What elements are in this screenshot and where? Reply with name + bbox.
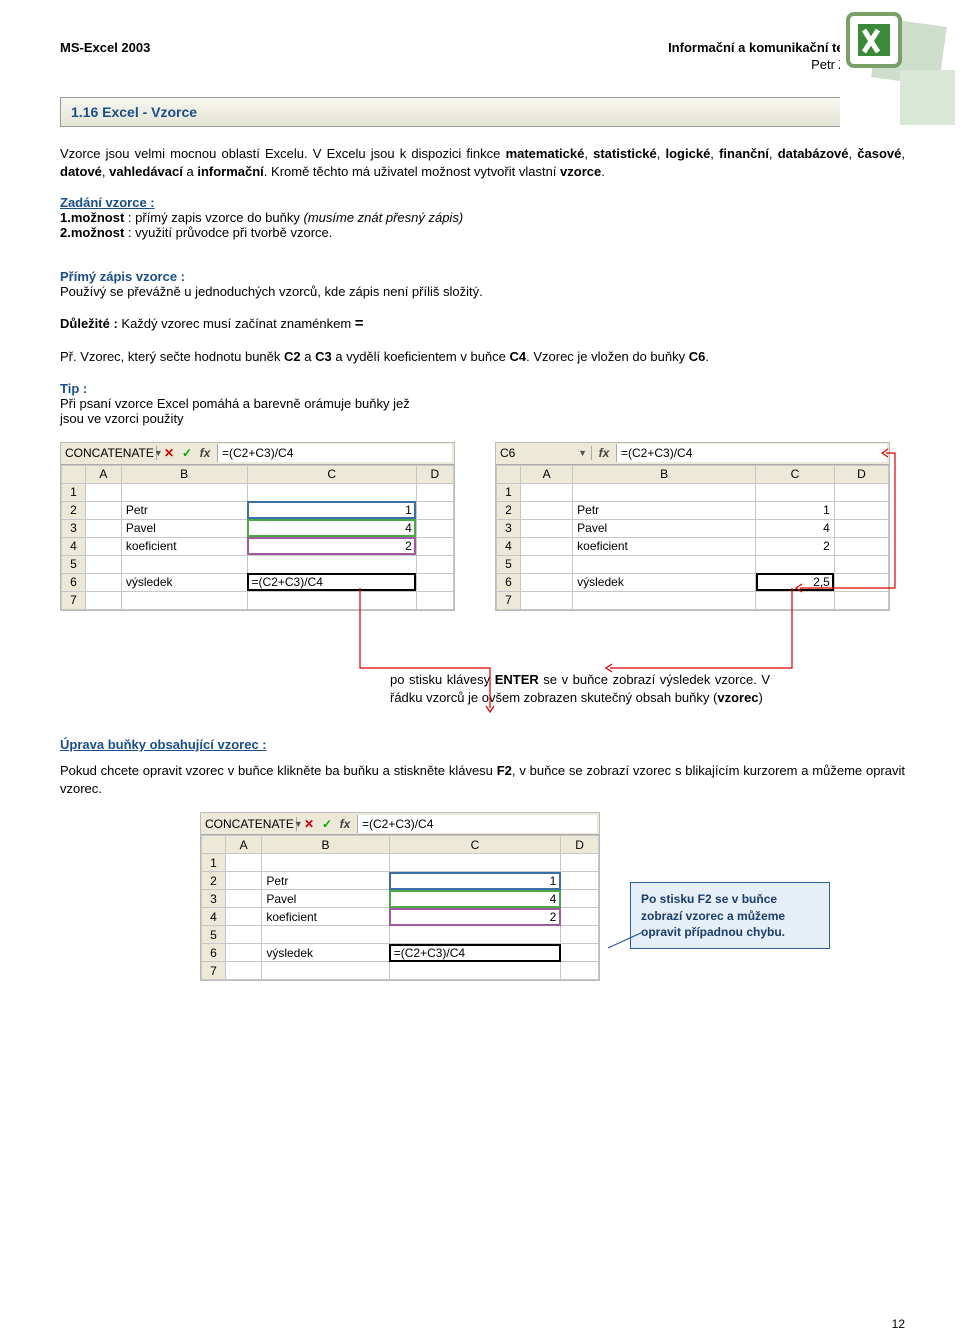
decorative-corner-graphic [840,10,960,130]
excel-grid-right[interactable]: ABCD 1 2Petr1 3Pavel4 4koeficient2 5 6vý… [496,465,889,610]
formula-bar-bottom: CONCATENATE ▼ ✕ ✓ fx =(C2+C3)/C4 [201,813,599,835]
result-caption: po stisku klávesy ENTER se v buňce zobra… [390,671,770,707]
heading-uprava: Úprava buňky obsahující vzorec : [60,737,905,752]
name-box-left[interactable]: CONCATENATE ▼ [61,446,157,460]
fx-icon[interactable]: fx [337,817,353,831]
example-paragraph: Př. Vzorec, který sečte hodnotu buněk C2… [60,348,905,366]
confirm-icon[interactable]: ✓ [319,817,335,831]
uprava-text: Pokud chcete opravit vzorec v buňce klik… [60,762,905,798]
page-number: 12 [892,1317,905,1331]
heading-primy-zapis: Přímý zápis vzorce : [60,269,905,284]
option-2: 2.možnost : využití průvodce při tvorbě … [60,225,905,240]
excel-screenshot-editing: CONCATENATE ▼ ✕ ✓ fx =(C2+C3)/C4 ABCD 1 … [60,442,455,611]
confirm-icon[interactable]: ✓ [179,446,195,460]
heading-zadani-vzorce: Zadání vzorce : [60,195,905,210]
fx-icon[interactable]: fx [197,446,213,460]
excel-grid-bottom[interactable]: ABCD 1 2Petr1 3Pavel4 4koeficient2 5 6vý… [201,835,599,980]
excel-screenshot-result: C6 ▼ fx =(C2+C3)/C4 ABCD 1 2Petr1 3Pavel… [495,442,890,611]
formula-bar-right: C6 ▼ fx =(C2+C3)/C4 [496,443,889,465]
excel-screenshot-f2-edit: CONCATENATE ▼ ✕ ✓ fx =(C2+C3)/C4 ABCD 1 … [200,812,600,981]
fx-icon[interactable]: fx [596,446,612,460]
primy-text: Používý se převážně u jednoduchých vzorc… [60,284,905,299]
section-title-bar: 1.16 Excel - Vzorce [60,97,905,127]
name-box-right[interactable]: C6 ▼ [496,446,592,460]
f2-callout-box: Po stisku F2 se v buňce zobrazí vzorec a… [630,882,830,949]
excel-screenshots-row: CONCATENATE ▼ ✕ ✓ fx =(C2+C3)/C4 ABCD 1 … [60,442,905,611]
header-left: MS-Excel 2003 [60,40,150,55]
header-author: Petr Zlatohlávek [60,57,905,72]
formula-input-bottom[interactable]: =(C2+C3)/C4 [357,815,597,833]
cancel-icon[interactable]: ✕ [301,817,317,831]
important-note: Důležité : Každý vzorec musí začínat zna… [60,313,905,334]
intro-paragraph: Vzorce jsou velmi mocnou oblastí Excelu.… [60,145,905,181]
formula-input-right[interactable]: =(C2+C3)/C4 [616,444,887,462]
formula-input-left[interactable]: =(C2+C3)/C4 [217,444,452,462]
tip-label: Tip : [60,381,420,396]
cancel-icon[interactable]: ✕ [161,446,177,460]
option-1: 1.možnost : přímý zapis vzorce do buňky … [60,210,905,225]
name-box-bottom[interactable]: CONCATENATE ▼ [201,817,297,831]
formula-bar-left: CONCATENATE ▼ ✕ ✓ fx =(C2+C3)/C4 [61,443,454,465]
dropdown-icon[interactable]: ▼ [578,448,587,458]
tip-text: Při psaní vzorce Excel pomáhá a barevně … [60,396,420,426]
excel-grid-left[interactable]: ABCD 1 2Petr1 3Pavel4 4koeficient2 5 6vý… [61,465,454,610]
